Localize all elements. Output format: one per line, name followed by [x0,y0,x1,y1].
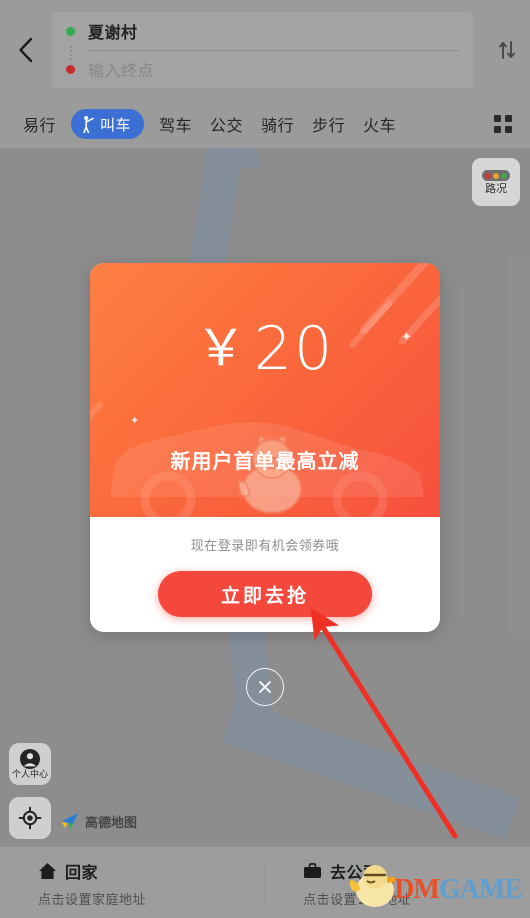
home-icon [39,863,56,879]
end-point-dot [66,64,75,74]
tab-gongjiao[interactable]: 公交 [201,112,252,136]
shortcut-home-title: 回家 [65,863,99,882]
shortcut-go-home[interactable]: 回家 点击设置家庭地址 [0,847,265,918]
start-point-row[interactable]: 夏谢村 [66,12,460,50]
more-modes-button[interactable] [490,111,516,137]
grid-icon [494,115,512,133]
locate-me-button[interactable] [9,797,51,839]
amap-logo-icon [61,813,78,829]
tab-yixing[interactable]: 易行 [14,112,65,136]
hail-ride-icon [83,116,94,133]
shortcut-head: 回家 [38,859,265,883]
user-center-label: 个人中心 [11,770,48,780]
tab-qixing[interactable]: 骑行 [252,112,303,136]
close-icon [259,681,271,693]
user-avatar-icon [20,749,40,769]
start-point-dot [66,26,75,36]
tab-jiaoche-label: 叫车 [100,115,132,134]
tab-jiaoche[interactable]: 叫车 [71,109,145,139]
tab-jiache[interactable]: 驾车 [150,112,201,136]
briefcase-icon [304,863,321,878]
end-point-row[interactable]: 输入终点 [66,50,460,88]
shortcut-home-subtitle: 点击设置家庭地址 [38,893,147,908]
transport-mode-tabs: 易行 叫车 驾车 公交 骑行 步行 火车 [0,100,530,148]
user-center-button[interactable]: 个人中心 [9,743,51,785]
chick-mascot-icon [350,865,396,907]
promo-headline: 新用户首单最高立减 [170,449,360,473]
tab-buxing[interactable]: 步行 [303,112,354,136]
amap-ride-hailing-screen: 夏谢村 输入终点 易行 叫车 驾车 公交 骑行 步行 火车 路况 ✦ ✦ ￥ 2… [0,0,530,918]
crosshair-locate-icon [18,806,42,830]
amap-brand-label: 高德地图 [85,815,138,831]
close-modal-button[interactable] [246,668,284,706]
traffic-toggle-button[interactable]: 路况 [472,158,520,206]
swap-vertical-icon [499,41,515,59]
tab-huoche[interactable]: 火车 [354,112,405,136]
amount-value: 20 [253,314,335,384]
promo-tip-text: 现在登录即有机会领券哦 [190,539,340,554]
watermark-secondary: GAME [438,874,523,905]
promo-coupon-modal: ✦ ✦ ￥ 20 新用户首单最高立减 现在登录即有机会领券哦 立即去抢 [90,263,440,632]
traffic-light-icon [482,170,510,181]
promo-footer: 现在登录即有机会领券哦 立即去抢 [90,517,440,632]
amap-brand: 高德地图 [58,810,137,832]
promo-hero-banner: ✦ ✦ ￥ 20 新用户首单最高立减 [90,263,440,517]
claim-coupon-button[interactable]: 立即去抢 [158,571,372,617]
start-point-value: 夏谢村 [88,23,138,42]
input-divider [88,50,460,51]
swap-endpoints-button[interactable] [484,0,530,100]
route-connector-dots [70,46,72,60]
end-point-placeholder: 输入终点 [88,61,155,80]
currency-symbol: ￥ [195,319,248,377]
route-search-header: 夏谢村 输入终点 [0,0,530,100]
traffic-toggle-label: 路况 [485,182,507,195]
coupon-amount: ￥ 20 [90,319,440,379]
back-button[interactable] [0,0,52,100]
route-input-group: 夏谢村 输入终点 [52,12,474,88]
site-watermark: 3DM GAME [350,865,523,907]
chevron-left-icon [19,37,33,63]
